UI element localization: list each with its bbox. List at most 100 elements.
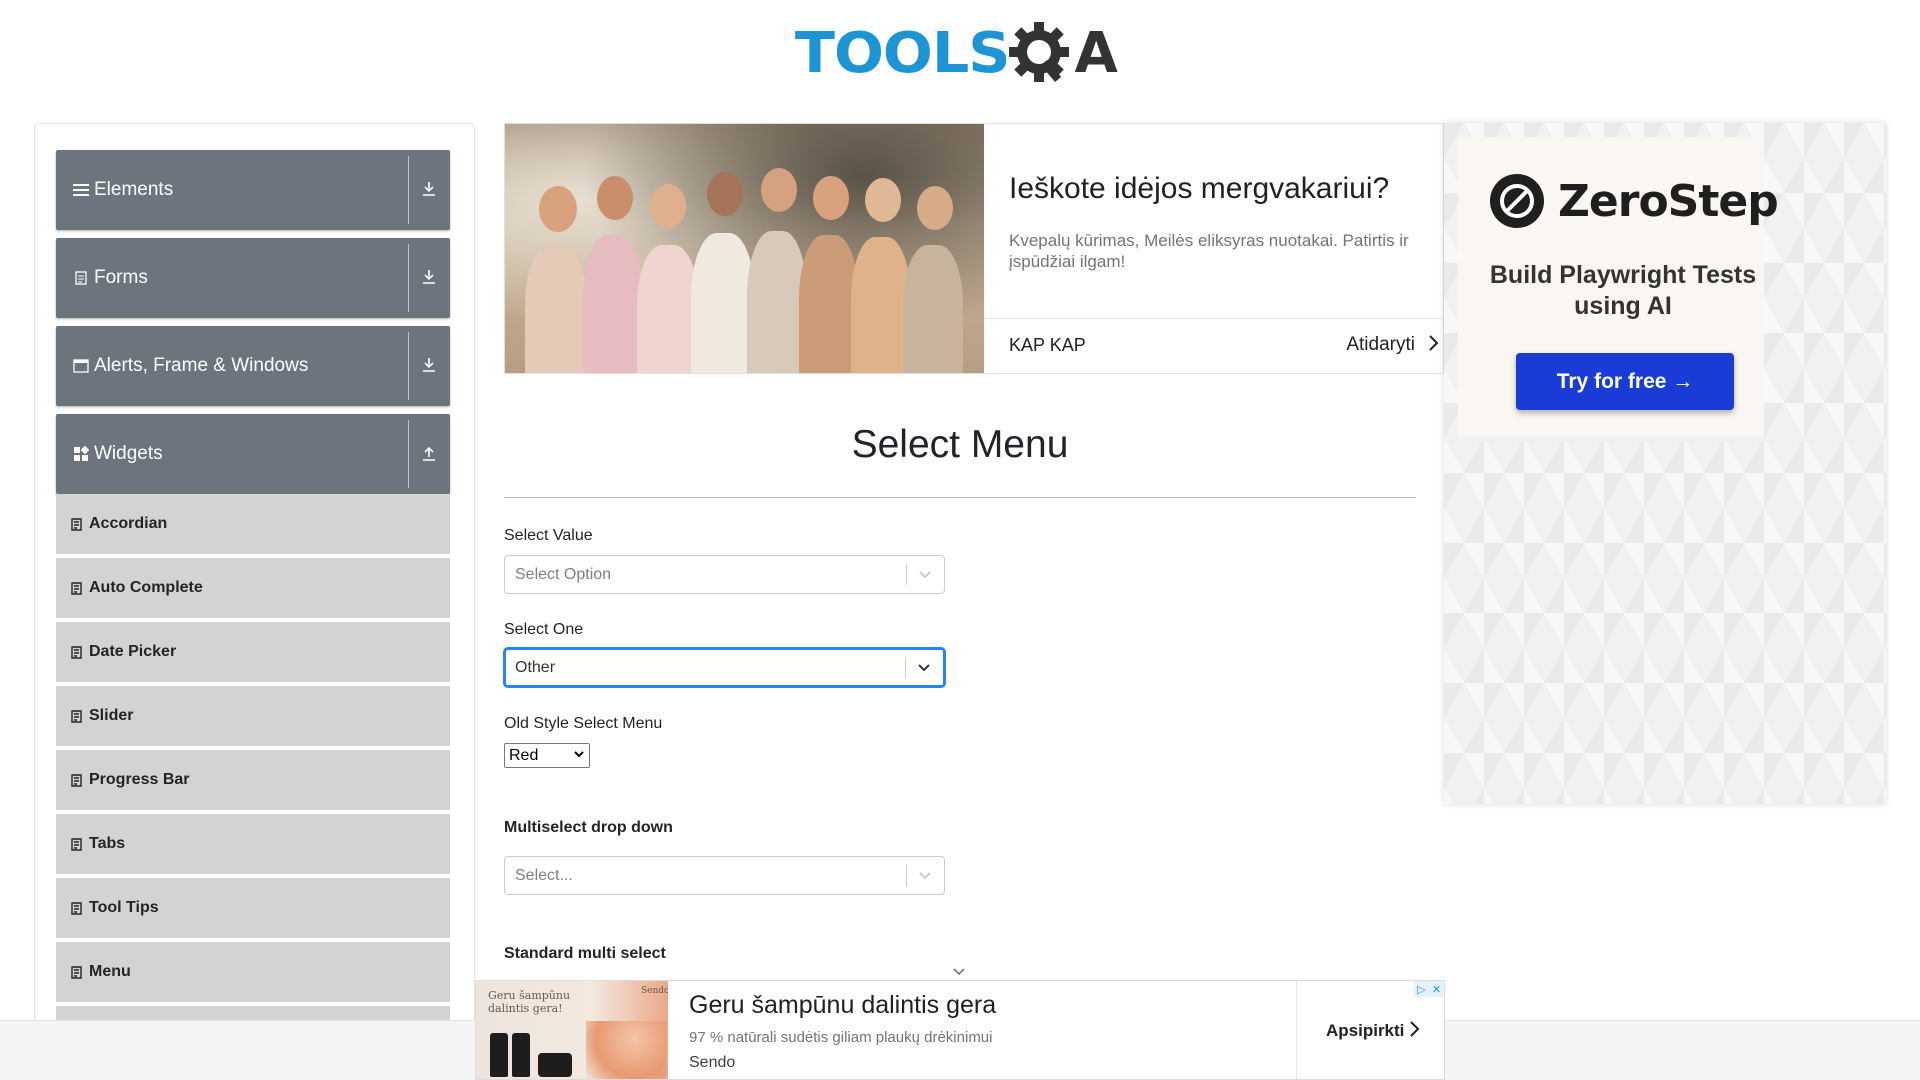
- old-style-select[interactable]: Red: [504, 743, 590, 768]
- select-one-label: Select One: [504, 621, 584, 638]
- list-item-icon: [70, 709, 82, 723]
- chevron-down-icon[interactable]: [915, 658, 933, 676]
- multiselect-label: Multiselect drop down: [504, 819, 673, 836]
- ad-title[interactable]: Ieškote idėjos mergvakariui?: [1009, 172, 1389, 206]
- ad-banner-bottom[interactable]: Geru šampūnu dalintis gera! Sendo Geru š…: [475, 980, 1445, 1080]
- sidebar-group-label: Forms: [94, 267, 148, 288]
- sidebar-item-tool-tips[interactable]: Tool Tips: [56, 878, 450, 940]
- select-value-dropdown[interactable]: Select Option: [504, 555, 945, 594]
- ad-description: Kvepalų kūrimas, Meilės eliksyras nuotak…: [1009, 231, 1409, 271]
- divider: [906, 564, 907, 585]
- divider: [408, 332, 409, 400]
- page-title: Select Menu: [851, 423, 1069, 466]
- zerostep-logo-icon: [1490, 174, 1544, 228]
- ad-shop-link[interactable]: Apsipirkti: [1326, 1021, 1404, 1041]
- chevron-right-icon[interactable]: [1427, 333, 1441, 359]
- old-style-select-value: Red: [509, 747, 539, 764]
- list-item-icon: [70, 901, 82, 915]
- hamburger-icon: [73, 182, 89, 198]
- chevron-down-icon[interactable]: [951, 964, 967, 980]
- list-item-icon: [70, 581, 82, 595]
- gear-q-icon: [1008, 20, 1074, 86]
- sidebar-item-label: Auto Complete: [89, 579, 203, 596]
- download-arrow-icon[interactable]: [418, 178, 440, 200]
- sidebar-item-label: Slider: [89, 707, 134, 724]
- divider: [1296, 981, 1297, 1079]
- list-item-icon: [70, 837, 82, 851]
- logo-tools-text: TOOLS: [794, 20, 1011, 86]
- zerostep-brand: ZeroStep: [1558, 175, 1779, 227]
- form-icon: [73, 270, 89, 286]
- divider: [504, 497, 1416, 498]
- download-arrow-icon[interactable]: [418, 354, 440, 376]
- window-icon: [73, 358, 89, 374]
- list-item-icon: [70, 645, 82, 659]
- ad-banner-right[interactable]: ZeroStep Build Playwright Tests using AI…: [1444, 123, 1886, 804]
- chevron-down-icon[interactable]: [916, 866, 934, 884]
- sidebar-group-label: Elements: [94, 179, 174, 200]
- toolsqa-logo[interactable]: TOOLS A: [795, 14, 1118, 92]
- divider: [906, 865, 907, 886]
- sidebar-group-forms[interactable]: Forms: [56, 238, 450, 318]
- standard-multi-select-label: Standard multi select: [504, 945, 666, 962]
- ad-image-text: Geru šampūnu dalintis gera!: [488, 989, 571, 1015]
- select-value-placeholder: Select Option: [515, 566, 612, 583]
- ad-image-brand: Sendo: [641, 986, 668, 996]
- multiselect-dropdown[interactable]: Select...: [504, 856, 945, 895]
- divider: [984, 318, 1443, 319]
- list-item-icon: [70, 965, 82, 979]
- sidebar-group-alerts[interactable]: Alerts, Frame & Windows: [56, 326, 450, 406]
- list-item-icon: [70, 517, 82, 531]
- sidebar-item-accordian[interactable]: Accordian: [56, 494, 450, 556]
- ad-title[interactable]: Geru šampūnu dalintis gera: [689, 991, 996, 1020]
- zerostep-card: ZeroStep Build Playwright Tests using AI…: [1458, 137, 1779, 437]
- sidebar-item-tabs[interactable]: Tabs: [56, 814, 450, 876]
- old-style-select-label: Old Style Select Menu: [504, 715, 663, 732]
- ad-description: 97 % natūrali sudėtis giliam plaukų drėk…: [689, 1029, 993, 1046]
- site-header: TOOLS A: [0, 0, 1920, 100]
- zerostep-headline: Build Playwright Tests using AI: [1489, 261, 1757, 320]
- ad-brand: KAP KAP: [1009, 335, 1086, 355]
- widgets-grid-icon: [73, 446, 89, 462]
- divider: [905, 657, 906, 678]
- upload-arrow-icon[interactable]: [418, 442, 440, 464]
- sidebar-item-slider[interactable]: Slider: [56, 686, 450, 748]
- select-one-dropdown[interactable]: Other: [504, 648, 945, 687]
- ad-banner-top[interactable]: Ieškote idėjos mergvakariui? Kvepalų kūr…: [504, 123, 1444, 374]
- sidebar-item-auto-complete[interactable]: Auto Complete: [56, 558, 450, 620]
- sidebar-group-label: Alerts, Frame & Windows: [94, 355, 309, 376]
- try-for-free-button[interactable]: Try for free →: [1516, 353, 1734, 410]
- sidebar-item-label: Date Picker: [89, 643, 177, 660]
- sidebar-item-label: Tabs: [89, 835, 126, 852]
- sidebar-item-progress-bar[interactable]: Progress Bar: [56, 750, 450, 812]
- logo-qa-text: A: [1074, 20, 1118, 86]
- sidebar: Elements Forms Alerts, Frame & Windows W…: [34, 123, 475, 1080]
- ad-product-image: Geru šampūnu dalintis gera! Sendo: [476, 981, 668, 1079]
- list-item-icon: [70, 773, 82, 787]
- sidebar-item-label: Progress Bar: [89, 771, 190, 788]
- divider: [408, 420, 409, 488]
- download-arrow-icon[interactable]: [418, 266, 440, 288]
- ad-brand: Sendo: [689, 1054, 736, 1071]
- sidebar-item-label: Accordian: [89, 515, 168, 532]
- sidebar-group-elements[interactable]: Elements: [56, 150, 450, 230]
- chevron-down-icon[interactable]: [916, 565, 934, 583]
- ad-photo: [505, 124, 984, 373]
- close-icon[interactable]: ✕: [1429, 981, 1444, 997]
- sidebar-item-label: Menu: [89, 963, 131, 980]
- sidebar-item-label: Tool Tips: [89, 899, 159, 916]
- chevron-down-icon: [573, 748, 585, 763]
- sidebar-item-menu[interactable]: Menu: [56, 942, 450, 1004]
- chevron-right-icon[interactable]: [1408, 1019, 1422, 1045]
- sidebar-group-widgets[interactable]: Widgets: [56, 414, 450, 494]
- adchoices-play-icon[interactable]: ▷: [1414, 981, 1429, 997]
- divider: [408, 156, 409, 224]
- sidebar-group-label: Widgets: [94, 443, 163, 464]
- adchoices-icon[interactable]: ▷ ✕: [1414, 981, 1444, 997]
- multiselect-placeholder: Select...: [515, 867, 573, 884]
- sidebar-item-date-picker[interactable]: Date Picker: [56, 622, 450, 684]
- zerostep-logo: ZeroStep: [1490, 174, 1779, 228]
- select-one-value: Other: [515, 659, 556, 676]
- select-value-label: Select Value: [504, 527, 593, 544]
- ad-open-link[interactable]: Atidaryti: [1346, 334, 1415, 356]
